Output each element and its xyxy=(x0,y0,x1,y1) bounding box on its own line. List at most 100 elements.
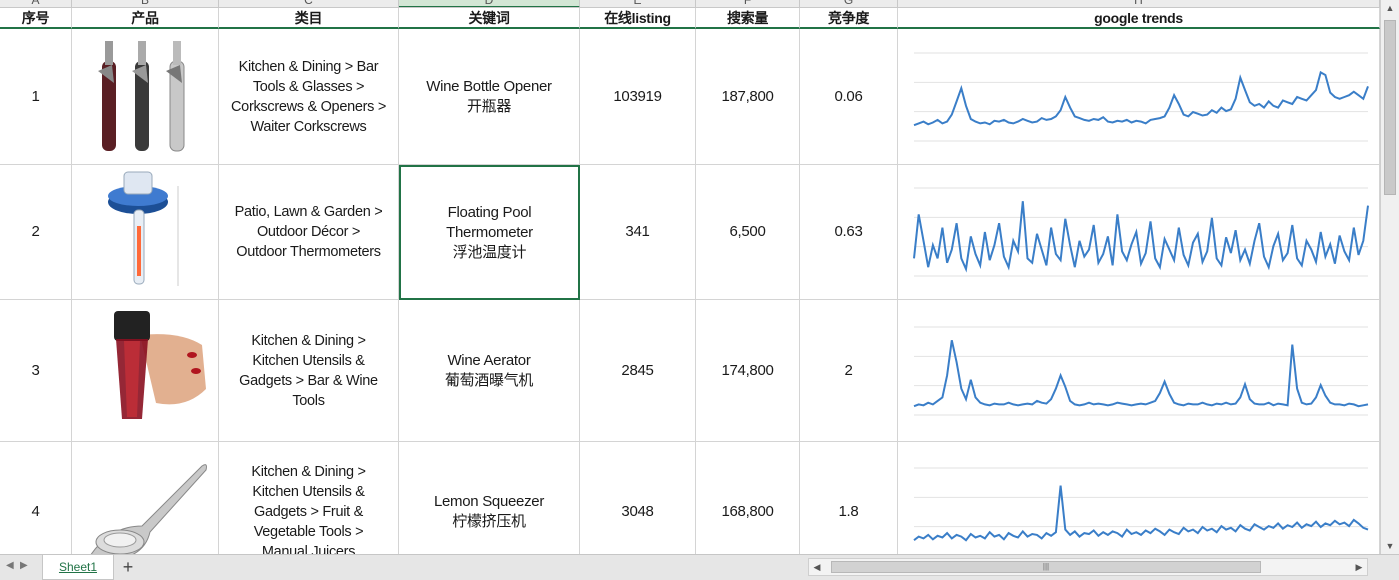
keyword-cell[interactable]: Floating Pool Thermometer 浮池温度计 xyxy=(399,165,580,300)
vertical-scroll-thumb[interactable] xyxy=(1384,20,1396,195)
competition-value: 0.63 xyxy=(834,223,863,240)
column-letter-h[interactable]: H xyxy=(898,0,1380,7)
google-trend-chart xyxy=(904,41,1374,153)
category-line: Outdoor Décor > xyxy=(256,224,361,240)
keyword-en-line: Floating Pool xyxy=(447,203,532,221)
category-line: Tools xyxy=(292,392,325,409)
column-letter-e[interactable]: E xyxy=(580,0,696,7)
search-volume-cell[interactable]: 187,800 xyxy=(696,29,800,165)
search-volume-cell[interactable]: 6,500 xyxy=(696,165,800,300)
row-index-cell[interactable]: 3 xyxy=(0,300,72,442)
column-letter-b[interactable]: B xyxy=(72,0,219,7)
column-letter-c[interactable]: C xyxy=(219,0,399,7)
horizontal-scroll-thumb[interactable]: ||| xyxy=(831,561,1261,573)
header-cell[interactable]: 关键词 xyxy=(399,8,580,29)
header-cell[interactable]: 搜索量 xyxy=(696,8,800,29)
trend-chart-cell[interactable] xyxy=(898,442,1380,554)
keyword-text: Floating Pool Thermometer 浮池温度计 xyxy=(446,203,533,263)
keyword-cell[interactable]: Wine Aerator 葡萄酒曝气机 xyxy=(399,300,580,442)
product-image-cell[interactable] xyxy=(72,29,219,165)
spreadsheet-grid: 序号 产品 类目 关键词 在线listing 搜索量 竞争度 google trends 1 K… xyxy=(0,8,1380,554)
search-volume-cell[interactable]: 168,800 xyxy=(696,442,800,554)
keyword-cell[interactable]: Wine Bottle Opener 开瓶器 xyxy=(399,29,580,165)
category-line: Gadgets > Bar & Wine xyxy=(239,372,378,389)
first-sheet-arrow-icon[interactable]: ◀ xyxy=(6,560,14,571)
category-cell[interactable]: Kitchen & Dining > Kitchen Utensils & Gadg… xyxy=(219,300,399,442)
product-image-cell[interactable] xyxy=(72,165,219,300)
listings-value: 103919 xyxy=(613,87,662,105)
competition-cell[interactable]: 1.8 xyxy=(800,442,898,554)
product-image-cell[interactable] xyxy=(72,300,219,442)
trend-chart-cell[interactable] xyxy=(898,29,1380,165)
wine-aerator-image[interactable] xyxy=(80,305,210,437)
listings-cell[interactable]: 341 xyxy=(580,165,696,300)
trend-chart-cell[interactable] xyxy=(898,165,1380,300)
trend-chart-cell[interactable] xyxy=(898,300,1380,442)
search-volume-value: 187,800 xyxy=(721,87,774,105)
row-index-cell[interactable]: 2 xyxy=(0,165,72,300)
keyword-en-line: Wine Bottle Opener xyxy=(426,77,552,95)
search-volume-value: 6,500 xyxy=(729,223,766,240)
corkscrew-image[interactable] xyxy=(80,31,210,163)
keyword-cell[interactable]: Lemon Squeezer 柠檬挤压机 xyxy=(399,442,580,554)
row-index: 1 xyxy=(31,87,40,105)
listings-cell[interactable]: 2845 xyxy=(580,300,696,442)
horizontal-scrollbar[interactable]: ◀ ||| ▶ xyxy=(808,558,1368,576)
scroll-up-arrow-icon[interactable]: ▲ xyxy=(1381,0,1399,16)
column-letter-a[interactable]: A xyxy=(0,0,72,7)
trend-line xyxy=(912,201,1369,273)
category-text: Patio, Lawn & Garden > Outdoor Décor > Out… xyxy=(235,202,383,262)
header-cell[interactable]: 产品 xyxy=(72,8,219,29)
scroll-left-arrow-icon[interactable]: ◀ xyxy=(809,559,825,575)
trend-line xyxy=(913,70,1369,126)
scroll-right-arrow-icon[interactable]: ▶ xyxy=(1351,559,1367,575)
header-cell[interactable]: 序号 xyxy=(0,8,72,29)
category-line: Tools & Glasses > xyxy=(252,78,365,95)
next-sheet-arrow-icon[interactable]: ▶ xyxy=(20,560,28,571)
listings-value: 3048 xyxy=(621,502,654,520)
listings-value: 341 xyxy=(625,223,650,240)
column-letter-g[interactable]: G xyxy=(800,0,898,7)
search-volume-cell[interactable]: 174,800 xyxy=(696,300,800,442)
competition-value: 1.8 xyxy=(838,502,859,520)
header-cell[interactable]: 竞争度 xyxy=(800,8,898,29)
category-line: Kitchen Utensils & xyxy=(252,352,365,369)
pool-thermometer-image[interactable] xyxy=(80,166,210,298)
header-cell[interactable]: 类目 xyxy=(219,8,399,29)
listings-cell[interactable]: 103919 xyxy=(580,29,696,165)
scroll-down-arrow-icon[interactable]: ▼ xyxy=(1381,538,1399,554)
keyword-cn: 开瓶器 xyxy=(466,97,512,115)
product-image-cell[interactable] xyxy=(72,442,219,554)
row-index: 4 xyxy=(31,502,40,520)
column-letter-d[interactable]: D xyxy=(399,0,580,7)
row-index-cell[interactable]: 1 xyxy=(0,29,72,165)
category-cell[interactable]: Kitchen & Dining > Kitchen Utensils & Gadg… xyxy=(219,442,399,554)
column-letter-f[interactable]: F xyxy=(696,0,800,7)
category-line: Kitchen Utensils & xyxy=(252,483,365,500)
category-cell[interactable]: Kitchen & Dining > Bar Tools & Glasses > C… xyxy=(219,29,399,165)
sheet-tab-bar: ◀ ▶ Sheet1 + ◀ ||| ▶ xyxy=(0,554,1399,580)
row-index-cell[interactable]: 4 xyxy=(0,442,72,554)
header-cell[interactable]: 在线listing xyxy=(580,8,696,29)
sheet-tab-sheet1[interactable]: Sheet1 xyxy=(42,555,114,580)
google-trend-chart xyxy=(904,456,1374,555)
keyword-text: Wine Aerator 葡萄酒曝气机 xyxy=(444,351,534,391)
lemon-squeezer-image[interactable] xyxy=(80,446,210,554)
column-header-bar: ABCDEFGH xyxy=(0,0,1380,8)
keyword-cn: 葡萄酒曝气机 xyxy=(444,371,534,389)
category-line: Corkscrews & Openers > xyxy=(231,98,386,115)
keyword-en-line: Thermometer xyxy=(446,223,533,241)
vertical-scrollbar[interactable]: ▲ ▼ xyxy=(1380,0,1399,554)
listings-cell[interactable]: 3048 xyxy=(580,442,696,554)
competition-cell[interactable]: 0.06 xyxy=(800,29,898,165)
header-label: 搜索量 xyxy=(726,9,769,26)
header-label: 类目 xyxy=(294,9,323,26)
category-line: Waiter Corkscrews xyxy=(250,118,367,135)
category-cell[interactable]: Patio, Lawn & Garden > Outdoor Décor > Out… xyxy=(219,165,399,300)
competition-cell[interactable]: 2 xyxy=(800,300,898,442)
add-sheet-icon[interactable]: + xyxy=(118,556,138,578)
keyword-en-line: Wine Aerator xyxy=(447,351,531,369)
competition-cell[interactable]: 0.63 xyxy=(800,165,898,300)
category-line: Kitchen & Dining > Bar xyxy=(238,58,379,75)
header-cell[interactable]: google trends xyxy=(898,8,1380,29)
